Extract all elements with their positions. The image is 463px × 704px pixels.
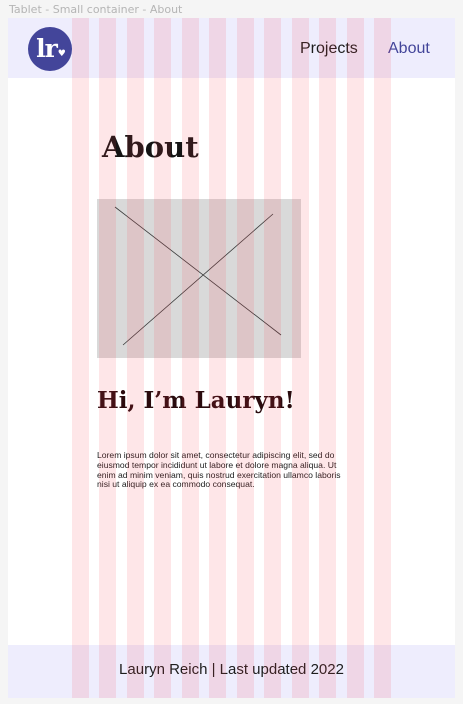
- logo-text: lr: [36, 34, 58, 63]
- frame-label: Tablet - Small container - About: [9, 3, 183, 16]
- grid-column: [154, 18, 171, 698]
- layout-grid-overlay: [8, 18, 455, 698]
- nav-link-projects[interactable]: Projects: [300, 40, 358, 58]
- greeting-heading: Hi, I’m Lauryn!: [97, 387, 295, 414]
- footer-text: Lauryn Reich | Last updated 2022: [119, 661, 344, 678]
- grid-column: [99, 18, 116, 698]
- bio-paragraph: Lorem ipsum dolor sit amet, consectetur …: [97, 450, 341, 490]
- tablet-frame: lr♥ Projects About About Hi, I’m Lauryn!…: [8, 18, 455, 698]
- grid-column: [347, 18, 364, 698]
- heart-icon: ♥: [57, 49, 66, 59]
- grid-column: [374, 18, 391, 698]
- grid-column: [319, 18, 336, 698]
- grid-column: [237, 18, 254, 698]
- grid-column: [292, 18, 309, 698]
- placeholder-cross-icon: [114, 206, 282, 346]
- nav-link-about[interactable]: About: [388, 40, 430, 58]
- site-footer: Lauryn Reich | Last updated 2022: [8, 645, 455, 698]
- grid-column: [127, 18, 144, 698]
- grid-column: [72, 18, 89, 698]
- grid-column: [182, 18, 199, 698]
- site-header: lr♥ Projects About: [8, 18, 455, 78]
- grid-column: [209, 18, 226, 698]
- page-title: About: [102, 130, 199, 164]
- grid-column: [264, 18, 281, 698]
- image-placeholder: [97, 199, 301, 358]
- logo[interactable]: lr♥: [28, 27, 72, 71]
